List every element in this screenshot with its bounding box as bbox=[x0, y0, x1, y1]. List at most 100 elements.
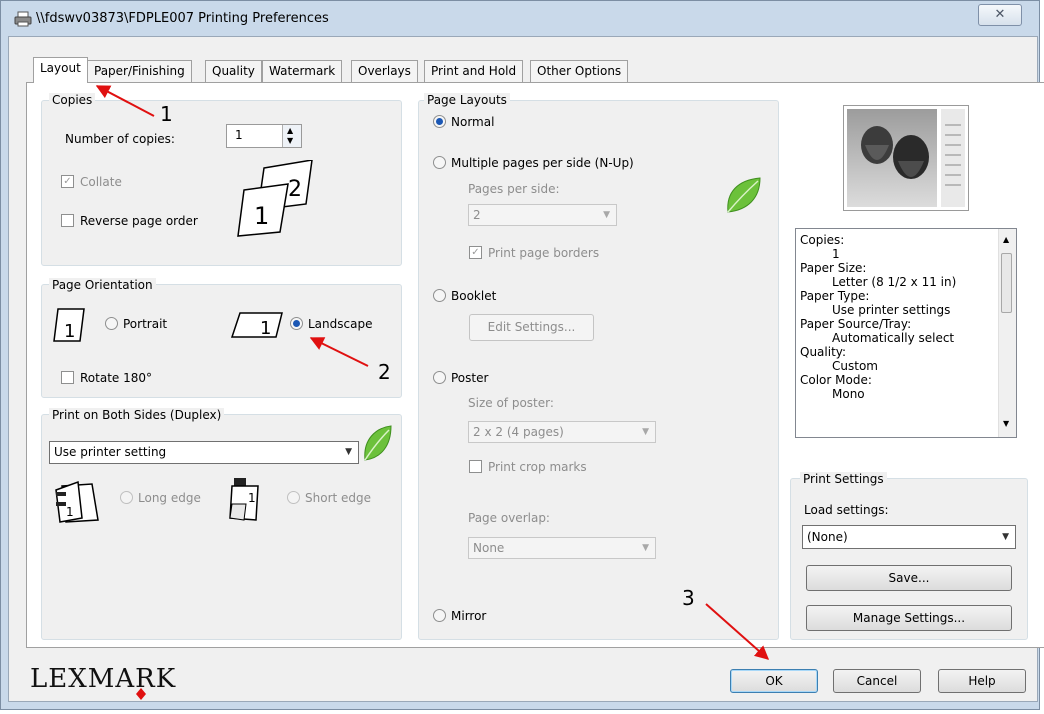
ok-button[interactable]: OK bbox=[730, 669, 818, 693]
summary-line: Mono bbox=[832, 387, 865, 401]
tab-paper-finishing[interactable]: Paper/Finishing bbox=[87, 60, 192, 82]
tab-overlays[interactable]: Overlays bbox=[351, 60, 418, 82]
booklet-label: Booklet bbox=[451, 289, 497, 303]
svg-text:1: 1 bbox=[66, 505, 74, 519]
size-of-poster-label: Size of poster: bbox=[468, 396, 554, 410]
long-edge-icon: 1 bbox=[55, 480, 99, 523]
page-orientation-label: Page Orientation bbox=[49, 278, 156, 292]
nup-radio[interactable] bbox=[433, 156, 446, 169]
load-settings-select[interactable]: (None) ▼ bbox=[802, 525, 1016, 549]
load-settings-value: (None) bbox=[807, 530, 848, 544]
portrait-page-icon: 1 bbox=[53, 308, 85, 342]
scroll-thumb[interactable] bbox=[1001, 253, 1012, 313]
rotate-180-label: Rotate 180° bbox=[80, 371, 153, 385]
eco-leaf-icon bbox=[727, 177, 761, 213]
edit-settings-button[interactable]: Edit Settings... bbox=[469, 314, 594, 341]
lexmark-diamond-icon bbox=[136, 688, 146, 700]
spinner-arrows[interactable]: ▲ ▼ bbox=[282, 125, 301, 147]
spin-up-icon[interactable]: ▲ bbox=[287, 126, 293, 136]
normal-radio[interactable] bbox=[433, 115, 446, 128]
spin-down-icon[interactable]: ▼ bbox=[287, 136, 293, 146]
tab-watermark[interactable]: Watermark bbox=[262, 60, 343, 82]
page-overlap-label: Page overlap: bbox=[468, 511, 550, 525]
scroll-down-icon[interactable]: ▼ bbox=[1003, 419, 1009, 428]
cancel-button[interactable]: Cancel bbox=[833, 669, 921, 693]
summary-line: Automatically select bbox=[832, 331, 955, 345]
summary-line: Paper Size: bbox=[800, 261, 867, 275]
landscape-label: Landscape bbox=[308, 317, 373, 331]
svg-text:1: 1 bbox=[248, 491, 256, 505]
scroll-up-icon[interactable]: ▲ bbox=[1003, 235, 1009, 244]
mirror-label: Mirror bbox=[451, 609, 487, 623]
rotate-180-checkbox[interactable] bbox=[61, 371, 74, 384]
size-of-poster-select[interactable]: 2 x 2 (4 pages) ▼ bbox=[468, 421, 656, 443]
summary-line: Copies: bbox=[800, 233, 845, 247]
tab-other-options[interactable]: Other Options bbox=[530, 60, 629, 82]
summary-line: 1 bbox=[832, 247, 840, 261]
annotation-label-2: 2 bbox=[378, 360, 391, 384]
copies-value: 1 bbox=[235, 128, 243, 142]
duplex-group-label: Print on Both Sides (Duplex) bbox=[49, 408, 225, 422]
print-crop-marks-checkbox[interactable] bbox=[469, 460, 482, 473]
svg-text:2: 2 bbox=[288, 177, 302, 202]
duplex-selected-value: Use printer setting bbox=[54, 445, 167, 459]
short-edge-icon: 1 bbox=[229, 478, 259, 521]
reverse-page-order-checkbox[interactable] bbox=[61, 214, 74, 227]
chevron-down-icon: ▼ bbox=[642, 427, 649, 437]
summary-line: Paper Type: bbox=[800, 289, 870, 303]
long-edge-radio[interactable] bbox=[120, 491, 133, 504]
long-edge-label: Long edge bbox=[138, 491, 201, 505]
print-crop-marks-label: Print crop marks bbox=[488, 460, 587, 474]
tab-print-and-hold[interactable]: Print and Hold bbox=[424, 60, 524, 82]
collate-label: Collate bbox=[80, 175, 122, 189]
copies-spinner[interactable]: 1 ▲ ▼ bbox=[226, 124, 302, 148]
copies-group-label: Copies bbox=[49, 93, 96, 107]
summary-line: Color Mode: bbox=[800, 373, 872, 387]
printer-icon bbox=[14, 11, 32, 27]
mirror-radio[interactable] bbox=[433, 609, 446, 622]
save-button[interactable]: Save... bbox=[806, 565, 1012, 591]
duplex-select[interactable]: Use printer setting ▼ bbox=[49, 441, 359, 464]
summary-line: Paper Source/Tray: bbox=[800, 317, 912, 331]
summary-line: Letter (8 1/2 x 11 in) bbox=[832, 275, 957, 289]
chevron-down-icon: ▼ bbox=[345, 447, 352, 457]
title-bar[interactable]: \\fdswv03873\FDPLE007 Printing Preferenc… bbox=[0, 0, 1040, 36]
poster-label: Poster bbox=[451, 371, 489, 385]
print-page-borders-checkbox[interactable]: ✓ bbox=[469, 246, 482, 259]
collate-pages-icon: 2 1 bbox=[237, 160, 313, 237]
tab-layout[interactable]: Layout bbox=[33, 57, 88, 83]
load-settings-label: Load settings: bbox=[804, 503, 889, 517]
portrait-radio[interactable] bbox=[105, 317, 118, 330]
svg-text:1: 1 bbox=[260, 318, 271, 339]
pages-per-side-label: Pages per side: bbox=[468, 182, 560, 196]
annotation-label-3: 3 bbox=[682, 586, 695, 610]
page-layouts-label: Page Layouts bbox=[424, 93, 510, 107]
manage-settings-button[interactable]: Manage Settings... bbox=[806, 605, 1012, 631]
booklet-radio[interactable] bbox=[433, 289, 446, 302]
svg-text:1: 1 bbox=[254, 202, 269, 230]
help-button[interactable]: Help bbox=[938, 669, 1026, 693]
landscape-radio[interactable] bbox=[290, 317, 303, 330]
page-overlap-select[interactable]: None ▼ bbox=[468, 537, 656, 559]
tab-quality[interactable]: Quality bbox=[205, 60, 262, 82]
close-icon: ✕ bbox=[994, 7, 1006, 22]
size-of-poster-value: 2 x 2 (4 pages) bbox=[473, 425, 564, 439]
normal-label: Normal bbox=[451, 115, 495, 129]
short-edge-radio[interactable] bbox=[287, 491, 300, 504]
eco-leaf-icon bbox=[364, 425, 392, 461]
chevron-down-icon: ▼ bbox=[1002, 532, 1009, 542]
lexmark-logo: LEXMARK bbox=[30, 664, 177, 694]
close-button[interactable]: ✕ bbox=[978, 4, 1022, 26]
short-edge-label: Short edge bbox=[305, 491, 372, 505]
poster-radio[interactable] bbox=[433, 371, 446, 384]
collate-checkbox[interactable]: ✓ bbox=[61, 175, 74, 188]
svg-text:1: 1 bbox=[64, 321, 75, 342]
summary-line: Quality: bbox=[800, 345, 847, 359]
settings-summary-list[interactable]: Copies: 1 Paper Size: Letter (8 1/2 x 11… bbox=[795, 228, 1017, 438]
summary-scrollbar[interactable]: ▲ ▼ bbox=[998, 229, 1016, 437]
chevron-down-icon: ▼ bbox=[642, 543, 649, 553]
pages-per-side-select[interactable]: 2 ▼ bbox=[468, 204, 617, 226]
chevron-down-icon: ▼ bbox=[603, 210, 610, 220]
landscape-page-icon: 1 bbox=[230, 312, 283, 339]
nup-label: Multiple pages per side (N-Up) bbox=[451, 156, 634, 170]
